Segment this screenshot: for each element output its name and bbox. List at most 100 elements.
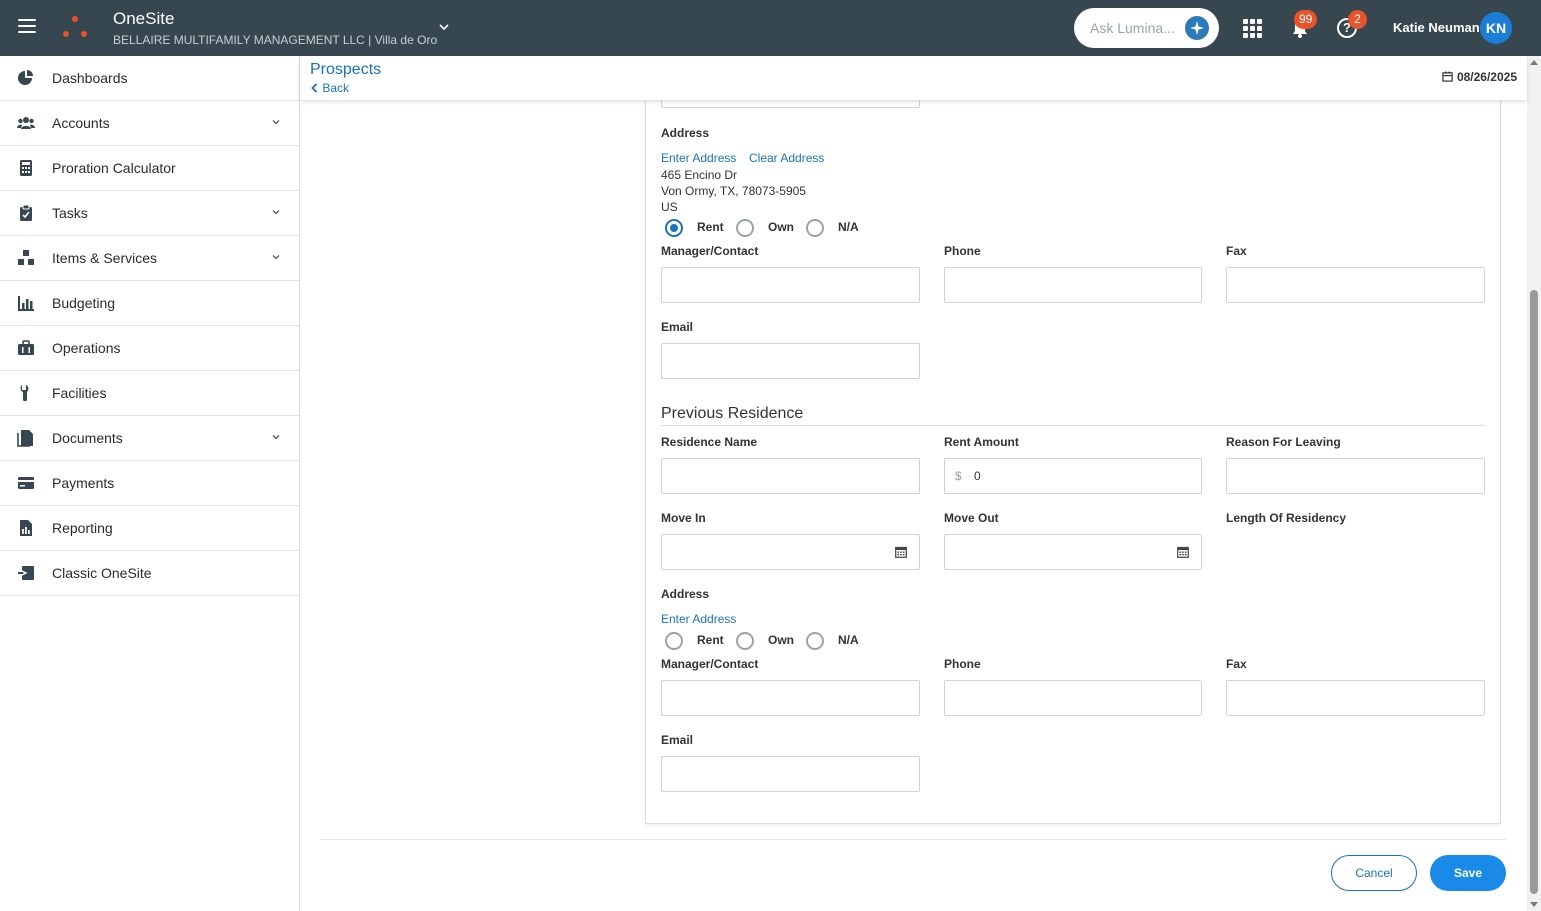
scroll-thumb[interactable] [1530, 290, 1538, 894]
radio-own-label: Own [768, 220, 794, 234]
chevron-down-icon [272, 255, 280, 260]
sparkle-icon[interactable] [1185, 16, 1209, 40]
save-button[interactable]: Save [1430, 855, 1506, 891]
pie-chart-icon [18, 70, 33, 85]
phone-input[interactable] [944, 267, 1202, 303]
previous-phone-input[interactable] [944, 680, 1202, 716]
previous-radio-rent-label: Rent [697, 633, 724, 647]
move-in-label: Move In [661, 511, 706, 525]
sidebar-item-label: Items & Services [52, 250, 158, 266]
sidebar-item-label: Budgeting [52, 295, 116, 311]
avatar[interactable]: KN [1480, 12, 1512, 44]
calculator-icon [20, 160, 32, 176]
sidebar-item-payments[interactable]: Payments [0, 461, 299, 506]
radio-own[interactable] [736, 219, 754, 237]
chevron-down-icon[interactable] [437, 20, 451, 34]
sidebar-item-label: Tasks [52, 205, 88, 221]
previous-manager-contact-label: Manager/Contact [661, 657, 759, 671]
rent-amount-input[interactable]: $ 0 [944, 458, 1202, 494]
ask-lumina-placeholder: Ask Lumina... [1090, 20, 1175, 36]
reason-for-leaving-input[interactable] [1226, 458, 1485, 494]
previous-residence-title: Previous Residence [661, 405, 804, 422]
bar-chart-icon [18, 296, 34, 311]
manager-contact-input[interactable] [661, 267, 920, 303]
residence-name-label: Residence Name [661, 435, 758, 449]
credit-card-icon [18, 477, 34, 489]
main-content: Address Enter Address Clear Address 465 … [300, 72, 1527, 911]
scrollbar[interactable] [1527, 56, 1541, 911]
sidebar-item-label: Documents [52, 430, 123, 446]
hamburger-menu-icon[interactable] [18, 19, 36, 37]
sidebar-item-label: Reporting [52, 520, 113, 536]
sidebar-item-budgeting[interactable]: Budgeting [0, 281, 299, 326]
address-line-2: Von Ormy, TX, 78073-5905 [661, 184, 806, 198]
user-name[interactable]: Katie Neuman [1393, 20, 1480, 35]
sidebar-item-dashboards[interactable]: Dashboards [0, 56, 299, 101]
radio-rent-label: Rent [697, 220, 724, 234]
radio-rent[interactable] [665, 219, 683, 237]
currency-prefix: $ [955, 469, 962, 483]
previous-phone-label: Phone [944, 657, 981, 671]
move-in-date-input[interactable] [661, 534, 920, 570]
previous-enter-address-link[interactable]: Enter Address [661, 612, 736, 626]
radio-na[interactable] [806, 219, 824, 237]
chevron-down-icon [272, 120, 280, 125]
page-title: Prospects [310, 61, 382, 78]
email-input[interactable] [661, 343, 920, 379]
exit-icon [18, 566, 34, 580]
top-bar: OneSite BELLAIRE MULTIFAMILY MANAGEMENT … [0, 0, 1541, 56]
sidebar-item-operations[interactable]: Operations [0, 326, 299, 371]
sidebar-item-facilities[interactable]: Facilities [0, 371, 299, 416]
sidebar: Dashboards Accounts Proration Calculator… [0, 56, 300, 911]
address-line-1: 465 Encino Dr [661, 168, 738, 182]
previous-radio-na-label: N/A [838, 633, 859, 647]
previous-address-label: Address [661, 587, 710, 601]
app-grid-icon[interactable] [1243, 19, 1263, 38]
residence-form-card: Address Enter Address Clear Address 465 … [645, 72, 1501, 824]
sidebar-item-reporting[interactable]: Reporting [0, 506, 299, 551]
reason-for-leaving-label: Reason For Leaving [1226, 435, 1341, 449]
residence-name-input[interactable] [661, 458, 920, 494]
calendar-icon[interactable] [1177, 546, 1189, 558]
app-title: OneSite [113, 9, 175, 28]
scroll-up-icon[interactable] [1530, 60, 1538, 65]
back-link[interactable]: Back [310, 81, 349, 95]
calendar-icon[interactable] [895, 546, 907, 558]
onesite-logo-icon [60, 16, 90, 40]
sidebar-item-label: Classic OneSite [52, 565, 152, 581]
fax-input[interactable] [1226, 267, 1485, 303]
sidebar-item-accounts[interactable]: Accounts [0, 101, 299, 146]
cancel-button[interactable]: Cancel [1331, 855, 1417, 891]
property-selector[interactable]: BELLAIRE MULTIFAMILY MANAGEMENT LLC | Vi… [113, 33, 437, 47]
move-out-date-input[interactable] [944, 534, 1202, 570]
current-date: 08/26/2025 [1442, 70, 1517, 84]
sidebar-item-label: Proration Calculator [52, 160, 176, 176]
previous-manager-contact-input[interactable] [661, 680, 920, 716]
boxes-icon [18, 250, 34, 265]
sidebar-item-documents[interactable]: Documents [0, 416, 299, 461]
previous-email-input[interactable] [661, 756, 920, 792]
radio-na-label: N/A [838, 220, 859, 234]
sidebar-item-proration-calculator[interactable]: Proration Calculator [0, 146, 299, 191]
back-label: Back [322, 81, 350, 95]
previous-fax-input[interactable] [1226, 680, 1485, 716]
enter-address-link[interactable]: Enter Address [661, 151, 736, 165]
page-header: Prospects Back 08/26/2025 [300, 56, 1527, 100]
ask-lumina-search[interactable]: Ask Lumina... [1074, 8, 1219, 48]
sidebar-item-items-services[interactable]: Items & Services [0, 236, 299, 281]
previous-radio-own[interactable] [736, 632, 754, 650]
sidebar-item-classic-onesite[interactable]: Classic OneSite [0, 551, 299, 596]
sidebar-item-tasks[interactable]: Tasks [0, 191, 299, 236]
phone-label: Phone [944, 244, 981, 258]
sidebar-item-label: Payments [52, 475, 115, 491]
date-text: 08/26/2025 [1456, 70, 1517, 84]
clear-address-link[interactable]: Clear Address [749, 151, 824, 165]
users-icon [17, 117, 35, 129]
sidebar-item-label: Operations [52, 340, 121, 356]
previous-radio-rent[interactable] [665, 632, 683, 650]
scroll-down-icon[interactable] [1530, 902, 1538, 907]
sidebar-item-label: Dashboards [52, 70, 128, 86]
section-divider [661, 425, 1485, 426]
previous-radio-na[interactable] [806, 632, 824, 650]
address-label: Address [661, 126, 710, 140]
